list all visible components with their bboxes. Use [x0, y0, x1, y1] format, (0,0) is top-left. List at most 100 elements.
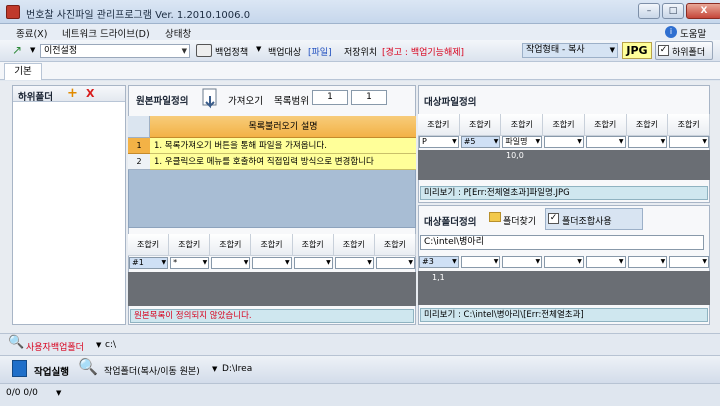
checkbox-icon: ✓: [658, 45, 669, 56]
combo-key-select[interactable]: #1 ▼: [129, 257, 169, 269]
find-folder-button[interactable]: 폴더찾기: [503, 214, 536, 227]
drive-icon: [196, 44, 212, 57]
work-folder-label[interactable]: 작업폴더(복사/이동 원본): [104, 364, 200, 377]
chevron-down-icon: ▼: [577, 258, 582, 265]
combo-key-header: 조합키: [374, 234, 416, 256]
chevron-down-icon: ▼: [202, 259, 208, 266]
combo-key-select[interactable]: ▼: [293, 257, 333, 269]
subfolder-title: 하위폴더: [18, 92, 53, 103]
chevron-down-icon[interactable]: ▼: [256, 45, 261, 53]
folder-icon: [489, 212, 501, 222]
combo-key-header: 조합키: [333, 234, 375, 256]
add-icon[interactable]: +: [67, 86, 78, 101]
fetch-icon[interactable]: [200, 86, 224, 110]
combo-key-select[interactable]: ▼: [669, 136, 709, 148]
guide-row-2[interactable]: 1. 우클릭으로 메뉴를 호출하여 직접입력 방식으로 변경합니다: [150, 154, 416, 170]
combo-key-header: 조합키: [251, 234, 293, 256]
minimize-button[interactable]: –: [638, 3, 660, 19]
close-button[interactable]: X: [686, 3, 720, 19]
target-file-dark-grid: [418, 150, 710, 180]
chevron-down-icon[interactable]: ▼: [30, 46, 35, 54]
combo-key-select[interactable]: ▼: [334, 257, 374, 269]
combo-key-select[interactable]: ▼: [502, 256, 543, 268]
chevron-down-icon: ▼: [702, 258, 707, 265]
run-button[interactable]: 작업실행: [34, 364, 69, 378]
chevron-down-icon: ▼: [284, 259, 290, 266]
app-icon: [6, 5, 20, 19]
combo-key-select[interactable]: P ▼: [419, 136, 459, 148]
fetch-label[interactable]: 가져오기: [228, 93, 263, 107]
combo-key-select[interactable]: 파일명 ▼: [502, 136, 543, 148]
combo-key-header: 조합키: [459, 114, 502, 136]
backup-policy-button[interactable]: 백업정책: [215, 45, 248, 58]
status-bar: [0, 383, 720, 406]
combo-key-select[interactable]: ▼: [375, 257, 415, 269]
target-file-combo-headers: 조합키 조합키 조합키 조합키 조합키 조합키 조합키: [418, 114, 710, 136]
remove-icon[interactable]: X: [86, 87, 94, 100]
combo-key-value: #1: [132, 258, 144, 267]
combo-key-select[interactable]: * ▼: [170, 257, 210, 269]
combo-key-select[interactable]: ▼: [669, 256, 709, 268]
combo-key-select[interactable]: #5 ▼: [460, 136, 501, 148]
storage-value[interactable]: [경고 : 백업기능해제]: [382, 45, 464, 58]
run-icon[interactable]: [12, 360, 27, 377]
combo-key-select[interactable]: ▼: [252, 257, 292, 269]
guide-row-1[interactable]: 1. 목록가져오기 버튼을 통해 파일을 가져옵니다.: [150, 138, 416, 154]
search-icon[interactable]: 🔍: [78, 357, 98, 376]
menu-status[interactable]: 상태창: [165, 26, 191, 40]
combo-key-header: 조합키: [210, 234, 252, 256]
menu-network-drive[interactable]: 네트워크 드라이브(D): [62, 26, 150, 40]
target-folder-title: 대상폴더정의: [424, 217, 477, 228]
folder-path-input[interactable]: C:\intel\병아리: [420, 235, 704, 250]
combo-key-select[interactable]: ▼: [627, 136, 668, 148]
combo-key-select[interactable]: ▼: [585, 136, 626, 148]
target-folder-dark-grid: [418, 271, 710, 305]
combo-key-header: 조합키: [626, 114, 669, 136]
combo-key-select[interactable]: ▼: [211, 257, 251, 269]
target-file-preview: 미리보기 : P[Err:전체열초과]파일명.JPG: [420, 186, 708, 200]
maximize-button[interactable]: □: [662, 3, 684, 19]
combo-key-value: P: [422, 137, 427, 146]
combo-key-value: #3: [422, 257, 434, 266]
user-backup-label[interactable]: 사용자백업폴더: [26, 340, 84, 353]
grid-corner: [128, 116, 150, 138]
target-folder-preview: 미리보기 : C:\intel\병아리\[Err:전체열초과]: [420, 308, 708, 322]
menu-help[interactable]: 도움말: [680, 26, 706, 40]
combo-key-select[interactable]: #3 ▼: [419, 256, 459, 268]
chevron-down-icon[interactable]: ▼: [56, 389, 61, 397]
tab-basic[interactable]: 기본: [4, 63, 42, 80]
row-number: 1: [128, 138, 150, 154]
chevron-down-icon: ▼: [493, 138, 499, 145]
chevron-down-icon: ▼: [702, 138, 707, 145]
extension-badge[interactable]: JPG: [622, 42, 652, 59]
chevron-down-icon: ▼: [326, 259, 331, 266]
range-to-input[interactable]: 1: [351, 90, 387, 105]
target-folder-combo-row: #3 ▼ ▼ ▼ ▼ ▼ ▼ ▼: [418, 256, 710, 269]
combo-key-select[interactable]: ▼: [585, 256, 626, 268]
combo-key-select[interactable]: ▼: [544, 256, 584, 268]
chevron-down-icon: ▼: [161, 259, 167, 266]
combo-key-header: 조합키: [584, 114, 627, 136]
target-file-title: 대상파일정의: [424, 97, 477, 108]
combo-key-select[interactable]: ▼: [460, 256, 501, 268]
work-folder-value: D:\Irea: [222, 364, 253, 374]
chevron-down-icon: ▼: [408, 259, 413, 266]
row-number: 2: [128, 154, 150, 170]
range-from-input[interactable]: 1: [312, 90, 348, 105]
combo-key-header: 조합키: [543, 114, 585, 136]
backup-target-value[interactable]: [파일]: [308, 45, 332, 58]
trend-arrow-icon[interactable]: ↗: [12, 43, 22, 57]
combo-key-select[interactable]: ▼: [544, 136, 584, 148]
user-backup-value: c:\: [105, 340, 117, 350]
chevron-down-icon: ▼: [660, 258, 666, 265]
search-icon[interactable]: 🔍: [8, 335, 24, 350]
menu-exit[interactable]: 종료(X): [16, 26, 47, 40]
work-mode-combo[interactable]: 작업형태 - 복사 ▼: [522, 43, 618, 58]
range-label: 목록범위: [274, 96, 309, 107]
target-file-combo-row: P ▼ #5 ▼ 파일명 ▼ ▼ ▼ ▼ ▼: [418, 136, 710, 149]
chevron-down-icon[interactable]: ▼: [96, 341, 101, 349]
preset-combo[interactable]: 이전설정 ▼: [40, 44, 190, 58]
chevron-down-icon[interactable]: ▼: [212, 365, 217, 373]
combo-key-select[interactable]: ▼: [627, 256, 668, 268]
chevron-down-icon: ▼: [577, 138, 582, 145]
